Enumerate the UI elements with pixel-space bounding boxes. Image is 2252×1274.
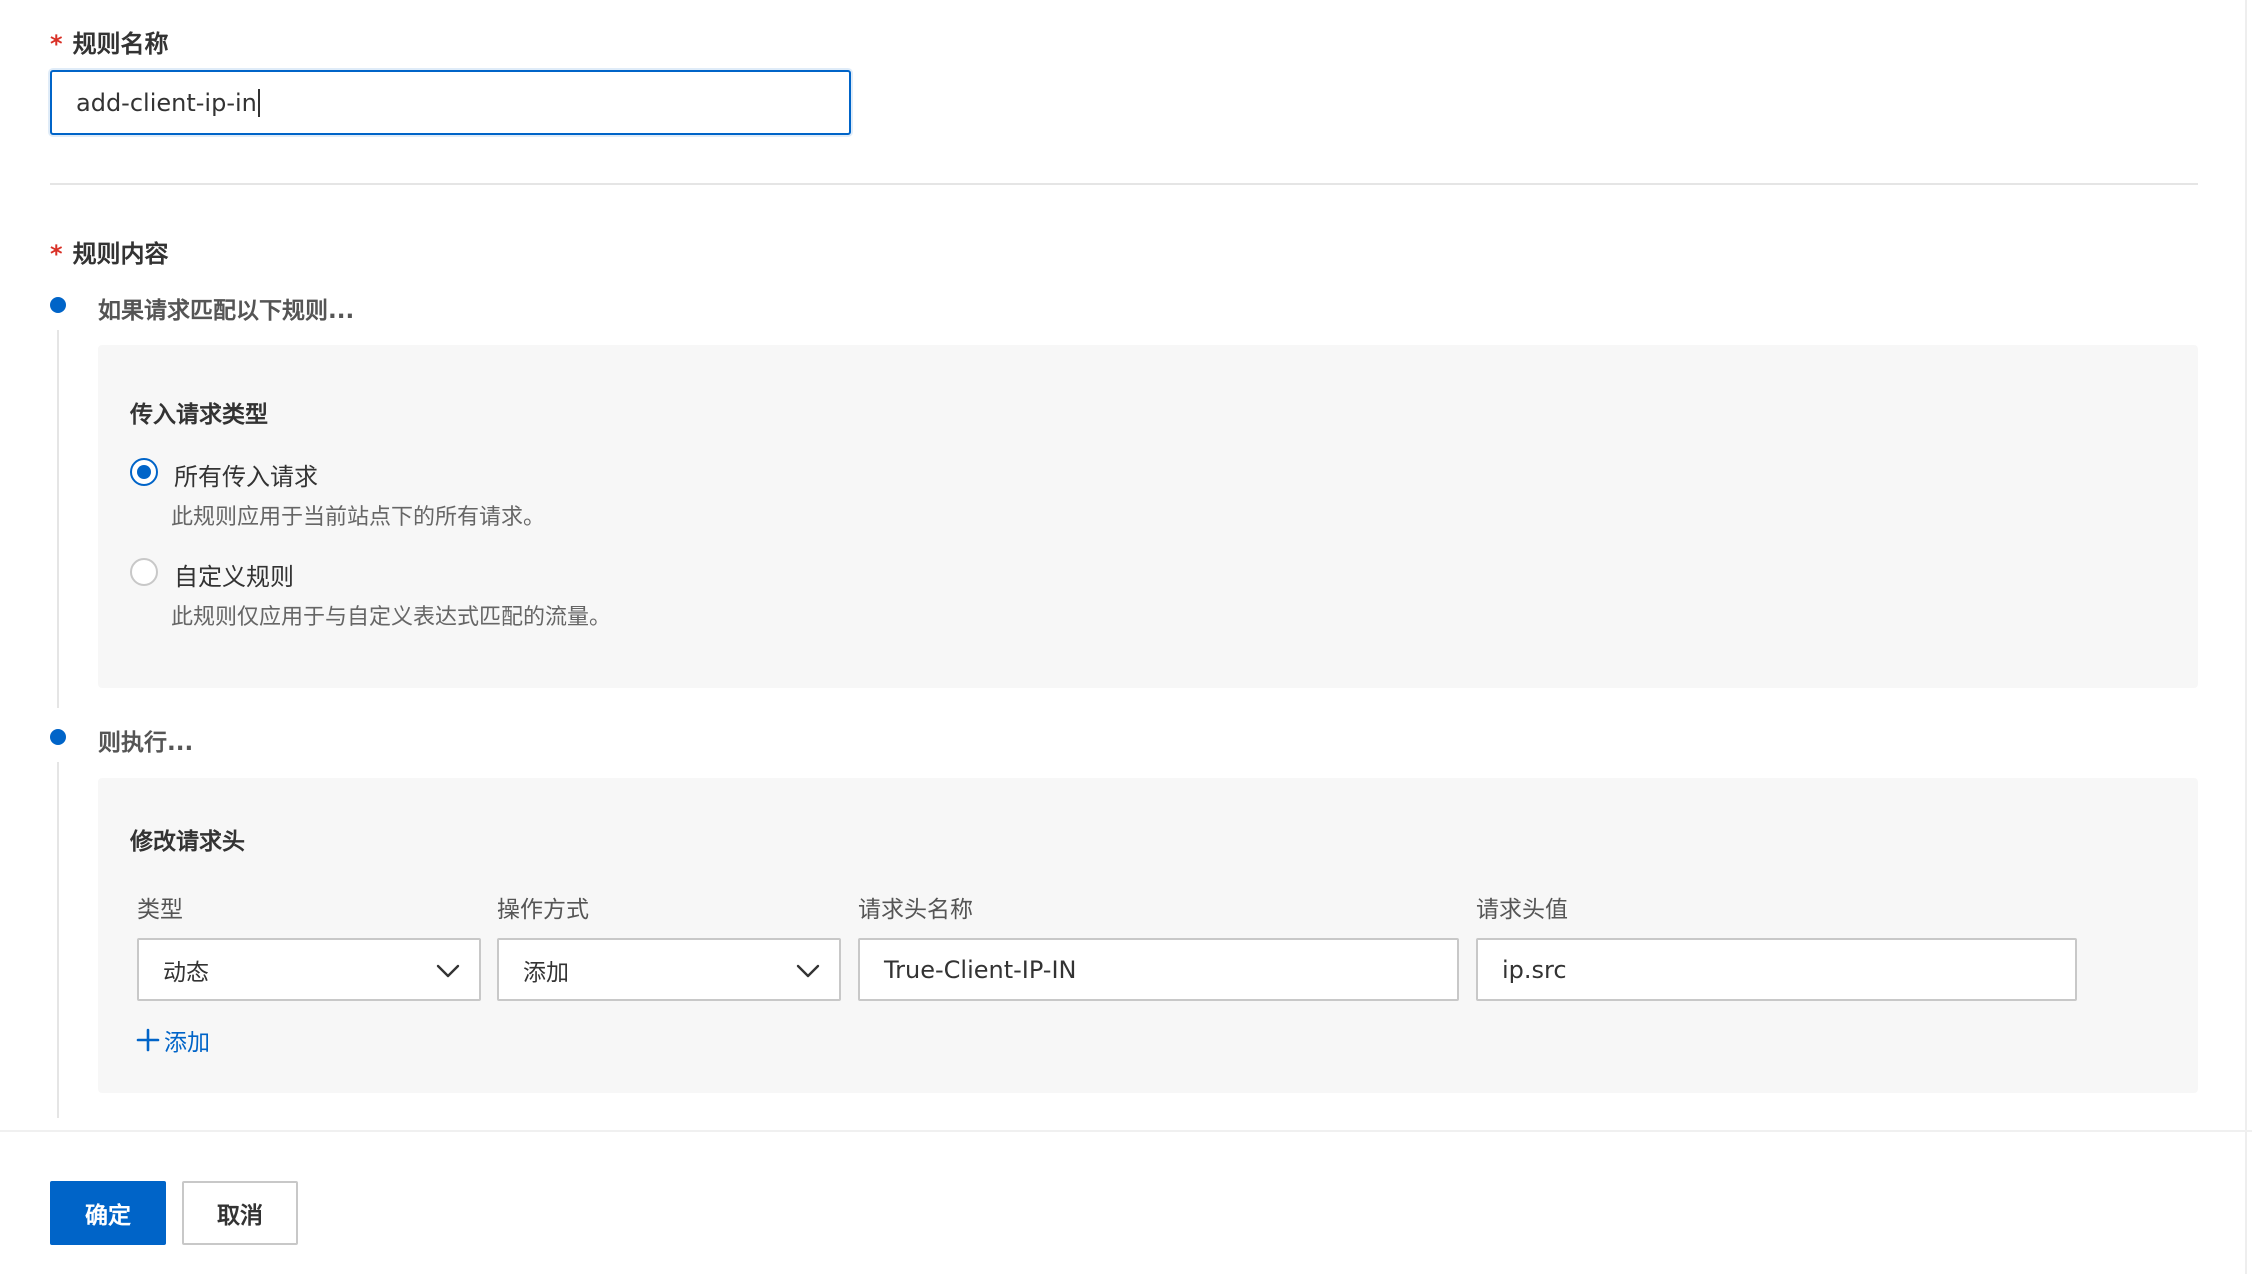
- radio-all-requests-label[interactable]: 所有传入请求: [174, 457, 318, 492]
- column-label-header-value: 请求头值: [1476, 897, 1568, 923]
- add-header-label: 添加: [164, 1030, 210, 1056]
- chevron-down-icon: [436, 964, 460, 978]
- cancel-button[interactable]: 取消: [182, 1181, 298, 1245]
- rule-name-label: * 规则名称: [50, 24, 169, 59]
- column-label-type: 类型: [137, 897, 183, 923]
- timeline-line-condition: [57, 330, 59, 708]
- plus-icon: [136, 1028, 160, 1052]
- section-divider: [50, 183, 2198, 185]
- rule-name-label-text: 规则名称: [72, 30, 169, 58]
- footer-divider: [0, 1130, 2252, 1132]
- header-value-input[interactable]: ip.src: [1476, 938, 2077, 1001]
- operation-select[interactable]: 添加: [497, 938, 841, 1001]
- timeline-dot-action: [50, 729, 66, 745]
- rule-form-page: * 规则名称 add-client-ip-in * 规则内容 如果请求匹配以下规则.…: [0, 0, 2252, 1274]
- rule-name-value: add-client-ip-in: [76, 88, 257, 117]
- timeline-dot-condition: [50, 297, 66, 313]
- column-label-header-name: 请求头名称: [858, 897, 973, 923]
- column-label-operation: 操作方式: [497, 897, 589, 923]
- condition-panel-title: 传入请求类型: [130, 402, 268, 428]
- header-value-value: ip.src: [1502, 955, 1567, 984]
- rule-content-label-text: 规则内容: [72, 240, 169, 268]
- condition-step-title: 如果请求匹配以下规则...: [98, 298, 355, 324]
- panel-edge: [2245, 0, 2247, 1274]
- type-select[interactable]: 动态: [137, 938, 481, 1001]
- add-header-button[interactable]: 添加: [136, 1023, 210, 1057]
- confirm-button[interactable]: 确定: [50, 1181, 166, 1245]
- action-step-title: 则执行...: [98, 730, 194, 756]
- header-name-value: True-Client-IP-IN: [884, 955, 1077, 984]
- action-panel-title: 修改请求头: [130, 829, 245, 855]
- text-caret: [257, 88, 260, 117]
- radio-all-requests-description: 此规则应用于当前站点下的所有请求。: [171, 505, 546, 530]
- required-mark: *: [50, 240, 63, 268]
- radio-custom-rule-label[interactable]: 自定义规则: [174, 557, 294, 592]
- timeline-line-action: [57, 762, 59, 1118]
- radio-custom-rule[interactable]: [130, 558, 158, 586]
- action-panel: [98, 778, 2198, 1093]
- header-name-input[interactable]: True-Client-IP-IN: [858, 938, 1459, 1001]
- type-select-value: 动态: [163, 959, 209, 986]
- operation-select-value: 添加: [523, 959, 569, 986]
- rule-name-input[interactable]: add-client-ip-in: [50, 70, 851, 135]
- required-mark: *: [50, 30, 63, 58]
- radio-all-requests[interactable]: [130, 458, 158, 486]
- rule-content-label: * 规则内容: [50, 234, 169, 269]
- radio-custom-rule-description: 此规则仅应用于与自定义表达式匹配的流量。: [171, 605, 612, 630]
- chevron-down-icon: [796, 964, 820, 978]
